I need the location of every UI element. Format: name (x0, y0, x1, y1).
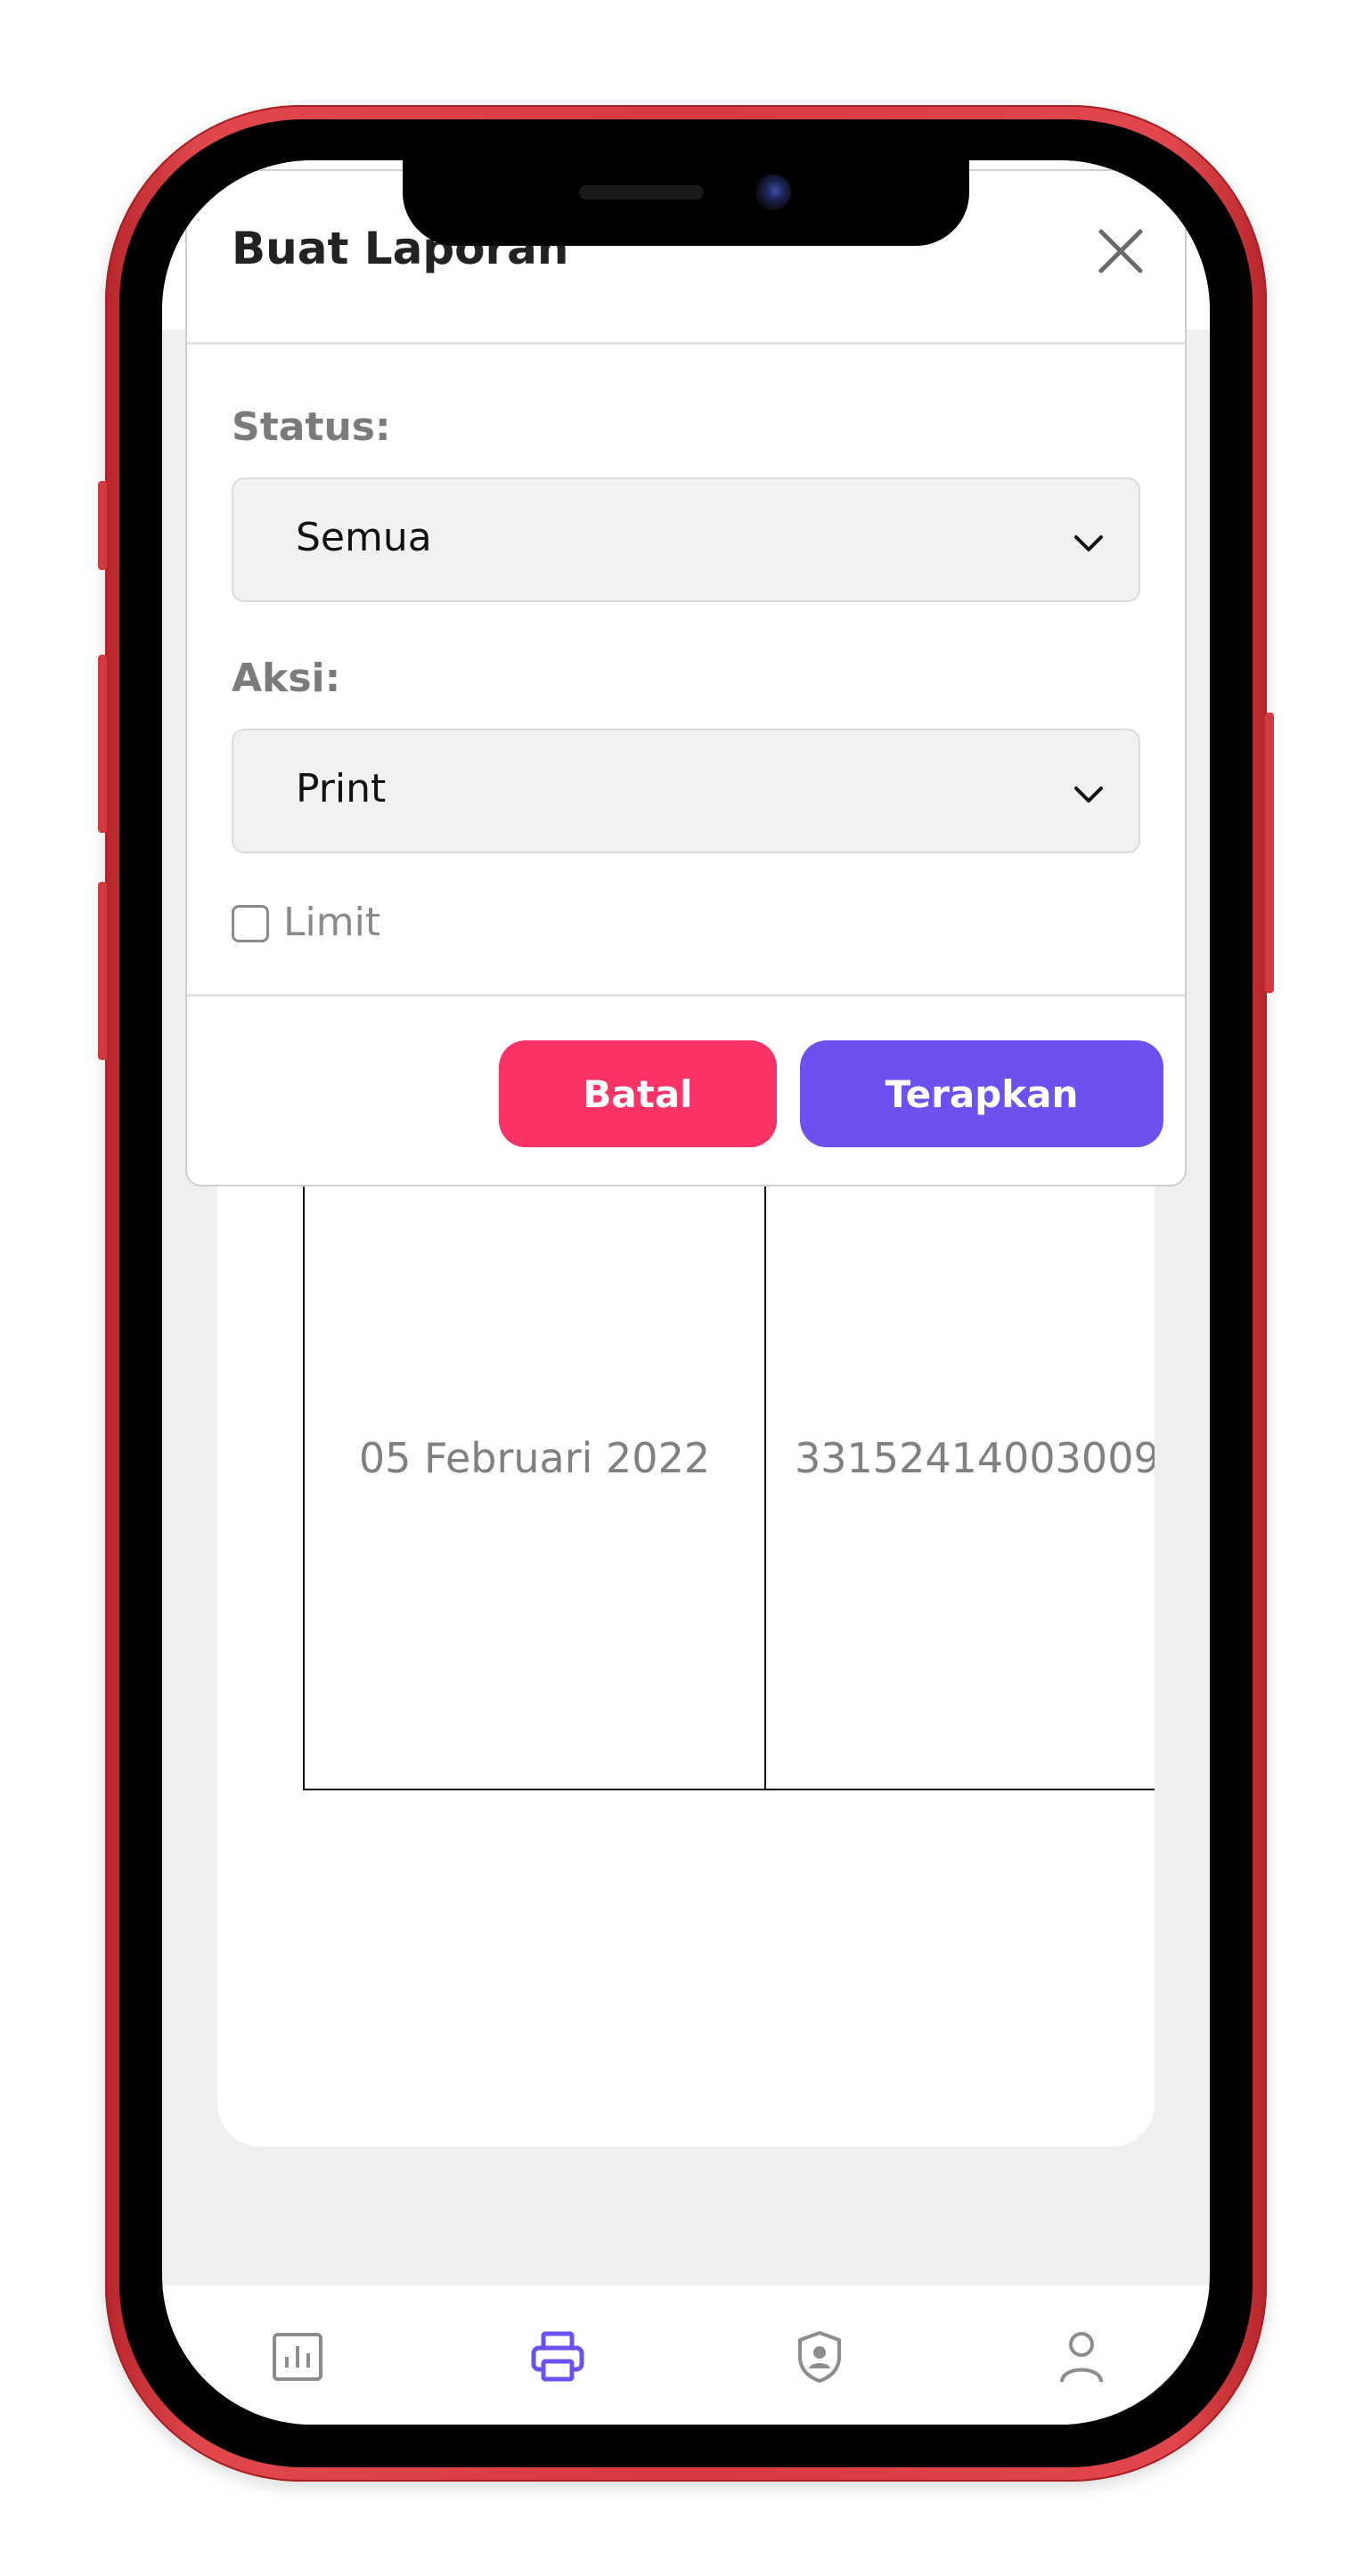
phone-screen: 05 Februari 2022 33152414003009 Buat Lap… (162, 160, 1210, 2425)
table-cell-id: 33152414003009 (764, 1128, 1155, 1790)
phone-silent-switch (98, 481, 107, 570)
phone-notch (403, 160, 969, 246)
status-select[interactable]: Semua (232, 477, 1140, 602)
aksi-select-value: Print (296, 766, 387, 811)
chart-icon (273, 2333, 322, 2381)
aksi-select[interactable]: Print (232, 729, 1140, 853)
report-table-viewport[interactable]: 05 Februari 2022 33152414003009 (162, 1128, 1155, 1805)
limit-checkbox-label[interactable]: Limit (283, 900, 380, 945)
speaker-grille (579, 185, 704, 200)
status-label: Status: (232, 404, 391, 450)
close-button[interactable] (1094, 224, 1147, 278)
nav-item-security[interactable] (784, 2321, 855, 2393)
apply-button[interactable]: Terapkan (800, 1040, 1163, 1147)
phone-volume-down-button (98, 882, 107, 1060)
footer-divider (187, 994, 1185, 997)
bottom-navigation (162, 2286, 1210, 2425)
nav-item-profile[interactable] (1046, 2321, 1117, 2393)
limit-checkbox[interactable] (232, 905, 269, 942)
phone-power-button (1265, 713, 1274, 993)
report-dialog: Buat Laporan Status: Semua Aksi: Print L… (185, 169, 1187, 1186)
printer-icon (531, 2331, 584, 2382)
aksi-label: Aksi: (232, 656, 341, 701)
front-camera (755, 175, 791, 210)
chevron-down-icon (1074, 787, 1103, 803)
table-cell-date: 05 Februari 2022 (303, 1128, 766, 1790)
status-select-value: Semua (296, 515, 432, 560)
chevron-down-icon (1074, 535, 1103, 551)
nav-item-print[interactable] (522, 2321, 593, 2393)
cancel-button[interactable]: Batal (499, 1040, 777, 1147)
nav-item-dashboard[interactable] (262, 2321, 333, 2393)
close-icon (1098, 229, 1143, 273)
user-icon (1060, 2332, 1103, 2383)
phone-volume-up-button (98, 655, 107, 833)
table-row: 05 Februari 2022 33152414003009 (303, 1128, 1155, 1790)
shield-user-icon (798, 2331, 841, 2383)
report-table: 05 Februari 2022 33152414003009 (303, 1128, 1155, 1790)
header-divider (187, 342, 1185, 345)
